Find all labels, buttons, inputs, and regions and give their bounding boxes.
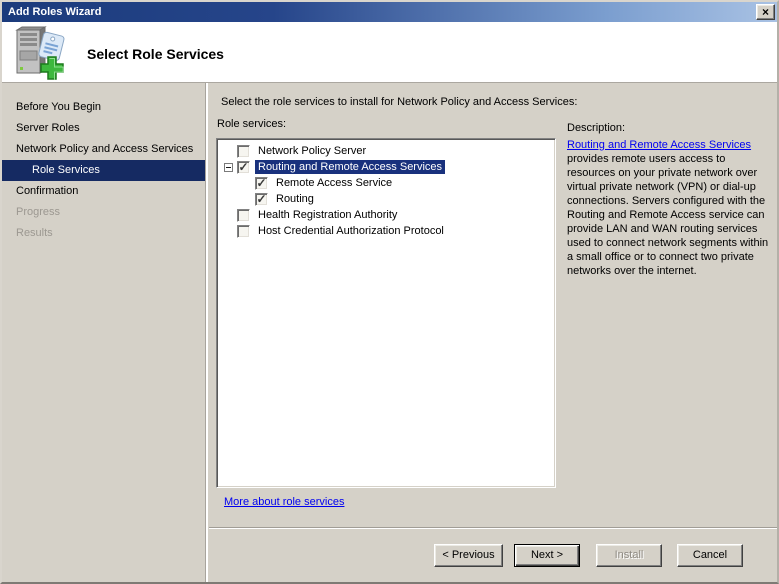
next-button[interactable]: Next > <box>514 544 580 567</box>
checkbox-remote-access-service[interactable]: ✓ <box>255 176 268 190</box>
tree-item-label[interactable]: Host Credential Authorization Protocol <box>255 224 447 238</box>
install-button: Install <box>596 544 662 567</box>
sidebar: Before You Begin Server Roles Network Poli… <box>2 97 205 244</box>
page-title: Select Role Services <box>87 46 224 62</box>
add-roles-wizard-window: Add Roles Wizard × Select Role Services <box>0 0 779 584</box>
description-body: provides remote users access to resource… <box>567 153 769 277</box>
cancel-button[interactable]: Cancel <box>677 544 743 567</box>
sidebar-item-network-policy-and-access-services[interactable]: Network Policy and Access Services <box>2 139 205 160</box>
tree-row-network-policy-server: Network Policy Server <box>217 143 555 159</box>
sidebar-divider <box>205 83 208 582</box>
tree-row-remote-access-service: ✓ Remote Access Service <box>217 175 555 191</box>
instruction-text: Select the role services to install for … <box>221 96 578 108</box>
title-bar[interactable]: Add Roles Wizard × <box>2 2 777 22</box>
sidebar-item-before-you-begin[interactable]: Before You Begin <box>2 97 205 118</box>
checkbox-routing[interactable]: ✓ <box>255 192 268 206</box>
tree-item-label[interactable]: Health Registration Authority <box>255 208 400 222</box>
collapse-icon[interactable] <box>224 162 233 172</box>
tree-row-health-registration-authority: Health Registration Authority <box>217 207 555 223</box>
checkbox-health-registration-authority[interactable] <box>237 208 250 222</box>
tree-item-label[interactable]: Remote Access Service <box>273 176 395 190</box>
sidebar-item-results: Results <box>16 227 53 239</box>
tree-caption: Role services: <box>217 118 287 130</box>
more-about-role-services-link[interactable]: More about role services <box>224 496 344 508</box>
tree-item-label[interactable]: Network Policy Server <box>255 144 369 158</box>
tree-item-label[interactable]: Routing and Remote Access Services <box>255 160 446 174</box>
tree-item-label[interactable]: Routing <box>273 192 317 206</box>
checkbox-host-credential-authorization-protocol[interactable] <box>237 224 250 238</box>
checkbox-network-policy-server[interactable] <box>237 144 250 158</box>
window-title: Add Roles Wizard <box>8 6 102 18</box>
sidebar-item-confirmation[interactable]: Confirmation <box>2 181 205 202</box>
content-area: Select the role services to install for … <box>209 83 777 582</box>
tree-row-host-credential-authorization-protocol: Host Credential Authorization Protocol <box>217 223 555 239</box>
wizard-header: Select Role Services <box>2 22 777 83</box>
sidebar-item-server-roles[interactable]: Server Roles <box>2 118 205 139</box>
role-services-tree[interactable]: Network Policy Server ✓ Routing and Remote… <box>216 138 556 488</box>
sidebar-item-progress: Progress <box>16 206 61 218</box>
close-button[interactable]: × <box>756 4 775 20</box>
button-separator <box>209 527 777 529</box>
checkbox-routing-and-remote-access-services[interactable]: ✓ <box>237 160 250 174</box>
server-add-roles-icon <box>15 26 65 80</box>
description-heading: Description: <box>567 122 626 134</box>
sidebar-item-role-services[interactable]: Role Services <box>2 160 205 181</box>
tree-row-routing-and-remote-access-services: ✓ Routing and Remote Access Services <box>217 159 555 175</box>
wizard-body: Before You Begin Server Roles Network Poli… <box>2 83 777 582</box>
tree-row-routing: ✓ Routing <box>217 191 555 207</box>
description-panel: Description: Routing and Remote Access S… <box>567 122 775 278</box>
description-link[interactable]: Routing and Remote Access Services <box>567 139 751 151</box>
previous-button[interactable]: < Previous <box>434 544 503 567</box>
